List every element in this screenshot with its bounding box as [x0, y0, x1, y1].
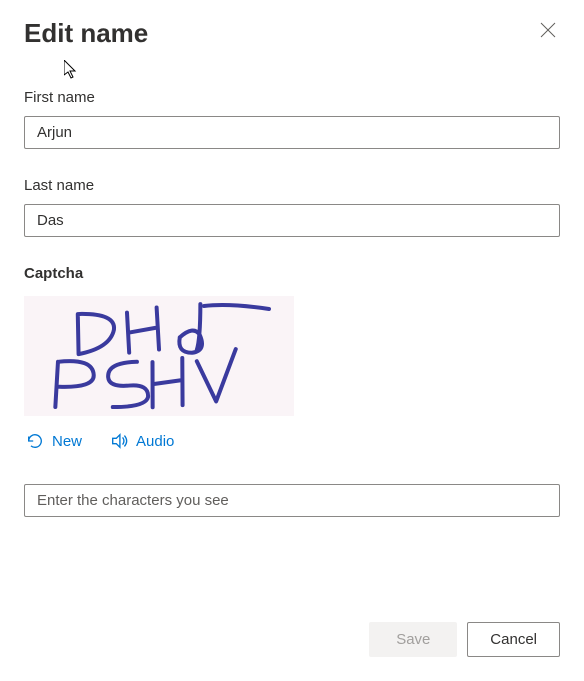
first-name-input[interactable] [24, 116, 560, 149]
close-icon [540, 22, 556, 38]
captcha-actions: New Audio [24, 430, 560, 452]
dialog-title: Edit name [24, 18, 148, 49]
captcha-new-button[interactable]: New [24, 430, 84, 452]
first-name-label: First name [24, 89, 560, 106]
captcha-input[interactable] [24, 484, 560, 517]
refresh-icon [26, 432, 44, 450]
last-name-input[interactable] [24, 204, 560, 237]
captcha-audio-label: Audio [136, 433, 174, 450]
cursor-icon [64, 60, 80, 80]
captcha-section: Captcha [24, 265, 560, 517]
save-button[interactable]: Save [369, 622, 457, 657]
captcha-distorted-text [29, 301, 289, 411]
first-name-group: First name [24, 89, 560, 149]
captcha-image [24, 296, 294, 416]
cancel-button[interactable]: Cancel [467, 622, 560, 657]
close-button[interactable] [536, 18, 560, 42]
dialog-header: Edit name [24, 18, 560, 49]
last-name-label: Last name [24, 177, 560, 194]
captcha-new-label: New [52, 433, 82, 450]
captcha-heading: Captcha [24, 265, 560, 282]
captcha-audio-button[interactable]: Audio [108, 430, 176, 452]
last-name-group: Last name [24, 177, 560, 237]
dialog-footer: Save Cancel [369, 622, 560, 657]
audio-icon [110, 432, 128, 450]
